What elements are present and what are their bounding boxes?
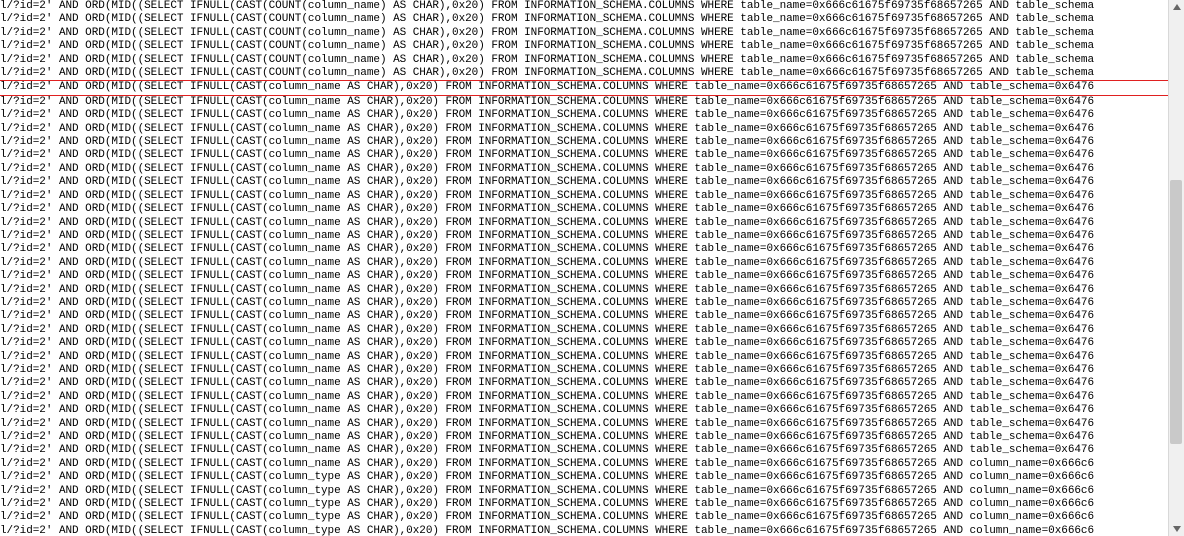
log-line: l/?id=2' AND ORD(MID((SELECT IFNULL(CAST… xyxy=(0,324,1168,337)
log-line: l/?id=2' AND ORD(MID((SELECT IFNULL(CAST… xyxy=(0,243,1168,256)
log-line: l/?id=2' AND ORD(MID((SELECT IFNULL(CAST… xyxy=(0,67,1168,80)
log-line: l/?id=2' AND ORD(MID((SELECT IFNULL(CAST… xyxy=(0,391,1168,404)
log-line: l/?id=2' AND ORD(MID((SELECT IFNULL(CAST… xyxy=(0,485,1168,498)
log-line: l/?id=2' AND ORD(MID((SELECT IFNULL(CAST… xyxy=(0,176,1168,189)
log-line: l/?id=2' AND ORD(MID((SELECT IFNULL(CAST… xyxy=(0,0,1168,13)
log-line: l/?id=2' AND ORD(MID((SELECT IFNULL(CAST… xyxy=(0,284,1168,297)
log-line: l/?id=2' AND ORD(MID((SELECT IFNULL(CAST… xyxy=(0,418,1168,431)
log-line: l/?id=2' AND ORD(MID((SELECT IFNULL(CAST… xyxy=(0,525,1168,536)
log-line: l/?id=2' AND ORD(MID((SELECT IFNULL(CAST… xyxy=(0,297,1168,310)
log-line: l/?id=2' AND ORD(MID((SELECT IFNULL(CAST… xyxy=(0,136,1168,149)
scroll-up-icon[interactable] xyxy=(1172,2,1182,12)
log-line: l/?id=2' AND ORD(MID((SELECT IFNULL(CAST… xyxy=(0,54,1168,67)
log-line: l/?id=2' AND ORD(MID((SELECT IFNULL(CAST… xyxy=(0,431,1168,444)
log-line: l/?id=2' AND ORD(MID((SELECT IFNULL(CAST… xyxy=(0,190,1168,203)
log-line: l/?id=2' AND ORD(MID((SELECT IFNULL(CAST… xyxy=(0,458,1168,471)
log-line: l/?id=2' AND ORD(MID((SELECT IFNULL(CAST… xyxy=(0,270,1168,283)
log-line: l/?id=2' AND ORD(MID((SELECT IFNULL(CAST… xyxy=(0,377,1168,390)
log-line: l/?id=2' AND ORD(MID((SELECT IFNULL(CAST… xyxy=(0,404,1168,417)
log-line: l/?id=2' AND ORD(MID((SELECT IFNULL(CAST… xyxy=(0,203,1168,216)
log-line: l/?id=2' AND ORD(MID((SELECT IFNULL(CAST… xyxy=(0,444,1168,457)
log-line: l/?id=2' AND ORD(MID((SELECT IFNULL(CAST… xyxy=(0,96,1168,109)
log-line: l/?id=2' AND ORD(MID((SELECT IFNULL(CAST… xyxy=(0,337,1168,350)
scroll-down-icon[interactable] xyxy=(1172,524,1182,534)
log-line: l/?id=2' AND ORD(MID((SELECT IFNULL(CAST… xyxy=(0,364,1168,377)
log-line: l/?id=2' AND ORD(MID((SELECT IFNULL(CAST… xyxy=(0,13,1168,26)
log-line: l/?id=2' AND ORD(MID((SELECT IFNULL(CAST… xyxy=(0,351,1168,364)
log-line: l/?id=2' AND ORD(MID((SELECT IFNULL(CAST… xyxy=(0,163,1168,176)
log-line: l/?id=2' AND ORD(MID((SELECT IFNULL(CAST… xyxy=(0,310,1168,323)
log-viewport: l/?id=2' AND ORD(MID((SELECT IFNULL(CAST… xyxy=(0,0,1168,536)
log-line: l/?id=2' AND ORD(MID((SELECT IFNULL(CAST… xyxy=(0,149,1168,162)
log-line: l/?id=2' AND ORD(MID((SELECT IFNULL(CAST… xyxy=(0,257,1168,270)
log-line: l/?id=2' AND ORD(MID((SELECT IFNULL(CAST… xyxy=(0,123,1168,136)
log-line: l/?id=2' AND ORD(MID((SELECT IFNULL(CAST… xyxy=(0,230,1168,243)
log-line: l/?id=2' AND ORD(MID((SELECT IFNULL(CAST… xyxy=(0,498,1168,511)
scrollbar-thumb[interactable] xyxy=(1170,180,1182,444)
log-line: l/?id=2' AND ORD(MID((SELECT IFNULL(CAST… xyxy=(0,511,1168,524)
log-line: l/?id=2' AND ORD(MID((SELECT IFNULL(CAST… xyxy=(0,109,1168,122)
log-line: l/?id=2' AND ORD(MID((SELECT IFNULL(CAST… xyxy=(0,40,1168,53)
log-line: l/?id=2' AND ORD(MID((SELECT IFNULL(CAST… xyxy=(0,217,1168,230)
vertical-scrollbar[interactable] xyxy=(1168,0,1184,536)
log-line-highlighted: l/?id=2' AND ORD(MID((SELECT IFNULL(CAST… xyxy=(0,80,1168,95)
log-line: l/?id=2' AND ORD(MID((SELECT IFNULL(CAST… xyxy=(0,471,1168,484)
log-line: l/?id=2' AND ORD(MID((SELECT IFNULL(CAST… xyxy=(0,27,1168,40)
